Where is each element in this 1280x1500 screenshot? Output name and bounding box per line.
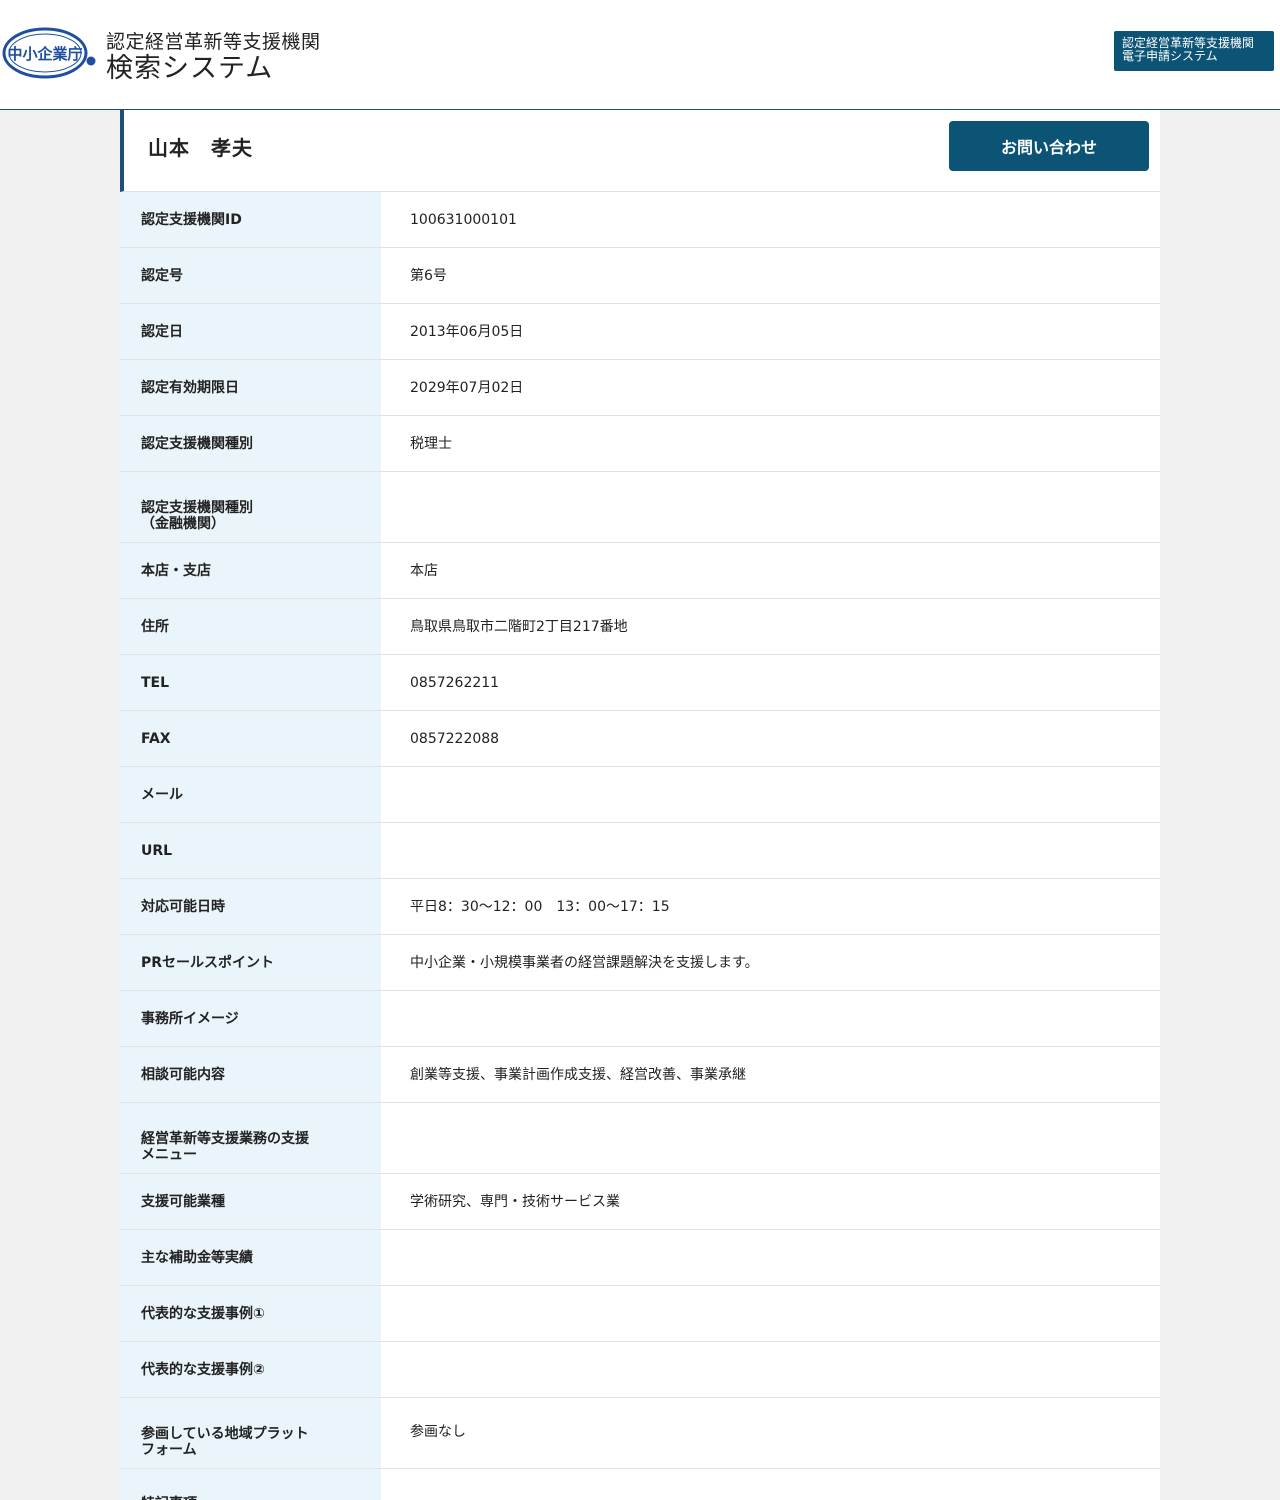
row-label: 代表的な支援事例①: [120, 1286, 381, 1341]
agency-logo-badge: 中小企業庁: [2, 26, 96, 80]
profile-name: 山本 孝夫: [148, 136, 253, 160]
row-value: 本店: [410, 562, 438, 579]
row-value: 創業等支援、事業計画作成支援、経営改善、事業承継: [410, 1066, 746, 1083]
row-label: 本店・支店: [120, 543, 381, 598]
row-label: 認定支援機関ID: [120, 192, 381, 247]
row-value: [381, 1103, 1160, 1173]
row-value: [381, 1286, 1160, 1341]
row-label: 対応可能日時: [120, 879, 381, 934]
row-value: 0857262211: [410, 674, 500, 691]
site-title[interactable]: 認定経営革新等支援機関 検索システム: [106, 30, 321, 84]
table-row: 特記事項: [120, 1469, 1160, 1500]
row-label: 特記事項: [120, 1469, 381, 1500]
row-value: 税理士: [410, 435, 452, 452]
row-label: 主な補助金等実績: [120, 1230, 381, 1285]
row-value: [381, 1230, 1160, 1285]
table-row: 対応可能日時 平日8：30～12：00 13：00～17：15: [120, 879, 1160, 935]
row-label: FAX: [120, 711, 381, 766]
table-row: 代表的な支援事例①: [120, 1286, 1160, 1342]
detail-table: 認定支援機関ID 100631000101 認定号 第6号認定日 2013年06月05日…: [120, 192, 1160, 1500]
table-row: 認定支援機関種別 税理士: [120, 416, 1160, 472]
table-row: 認定支援機関ID 100631000101: [120, 192, 1160, 248]
row-label: 認定支援機関種別: [120, 416, 381, 471]
table-row: 認定有効期限日 2029年07月02日: [120, 360, 1160, 416]
table-row: 本店・支店 本店: [120, 543, 1160, 599]
table-row: FAX 0857222088: [120, 711, 1160, 767]
row-value: 2013年06月05日: [410, 323, 524, 340]
e-application-label-line2: 電子申請システム: [1122, 49, 1218, 63]
table-row: 認定号 第6号: [120, 248, 1160, 304]
row-value: 参画なし: [410, 1424, 466, 1440]
table-row: 代表的な支援事例②: [120, 1342, 1160, 1398]
row-value: 中小企業・小規模事業者の経営課題解決を支援します。: [410, 954, 759, 971]
site-title-line1: 認定経営革新等支援機関: [106, 31, 321, 53]
row-label: 事務所イメージ: [120, 991, 381, 1046]
logo-text: 中小企業庁: [7, 45, 82, 63]
row-label: TEL: [120, 655, 381, 710]
row-label: 相談可能内容: [120, 1047, 381, 1102]
detail-panel: 山本 孝夫 お問い合わせ 認定支援機関ID 100631000101 認定号 第6号認…: [120, 110, 1160, 1500]
table-row: 認定支援機関種別 （金融機関）: [120, 472, 1160, 543]
row-label: URL: [120, 823, 381, 878]
row-label: 代表的な支援事例②: [120, 1342, 381, 1397]
table-row: 支援可能業種 学術研究、専門・技術サービス業: [120, 1174, 1160, 1230]
row-value: 鳥取県鳥取市二階町2丁目217番地: [410, 618, 628, 635]
row-label: 参画している地域プラット フォーム: [120, 1398, 381, 1468]
site-header: 中小企業庁 認定経営革新等支援機関 検索システム 認定経営革新等支援機関 電子申…: [0, 0, 1280, 110]
e-application-link-button[interactable]: 認定経営革新等支援機関 電子申請システム: [1114, 31, 1274, 71]
row-label: 認定号: [120, 248, 381, 303]
table-row: TEL 0857262211: [120, 655, 1160, 711]
row-label: 認定支援機関種別 （金融機関）: [120, 472, 381, 542]
row-value: 学術研究、専門・技術サービス業: [410, 1193, 620, 1210]
table-row: URL: [120, 823, 1160, 879]
site-title-line2: 検索システム: [106, 53, 274, 84]
row-label: 認定有効期限日: [120, 360, 381, 415]
row-label: 支援可能業種: [120, 1174, 381, 1229]
row-label: 経営革新等支援業務の支援 メニュー: [120, 1103, 381, 1173]
row-value: 2029年07月02日: [410, 379, 524, 396]
row-value: [381, 472, 1160, 542]
row-label: PRセールスポイント: [120, 935, 381, 990]
table-row: 事務所イメージ: [120, 991, 1160, 1047]
row-value: [381, 1342, 1160, 1397]
row-value: 100631000101: [410, 211, 517, 228]
table-row: PRセールスポイント 中小企業・小規模事業者の経営課題解決を支援します。: [120, 935, 1160, 991]
row-value: [381, 991, 1160, 1046]
row-value: 平日8：30～12：00 13：00～17：15: [410, 898, 670, 915]
profile-name-bar: 山本 孝夫 お問い合わせ: [120, 110, 1160, 192]
row-label: 認定日: [120, 304, 381, 359]
table-row: 住所 鳥取県鳥取市二階町2丁目217番地: [120, 599, 1160, 655]
row-value: [381, 767, 1160, 822]
row-label: 住所: [120, 599, 381, 654]
table-row: 認定日 2013年06月05日: [120, 304, 1160, 360]
table-row: 参画している地域プラット フォーム 参画なし: [120, 1398, 1160, 1469]
row-value: [381, 823, 1160, 878]
table-row: 経営革新等支援業務の支援 メニュー: [120, 1103, 1160, 1174]
table-row: メール: [120, 767, 1160, 823]
row-label: メール: [120, 767, 381, 822]
table-row: 主な補助金等実績: [120, 1230, 1160, 1286]
row-value: 第6号: [410, 267, 447, 284]
agency-logo[interactable]: 中小企業庁: [2, 26, 96, 80]
row-value: 0857222088: [410, 730, 500, 747]
table-row: 相談可能内容 創業等支援、事業計画作成支援、経営改善、事業承継: [120, 1047, 1160, 1103]
contact-button[interactable]: お問い合わせ: [949, 121, 1149, 171]
row-value: [381, 1469, 1160, 1500]
